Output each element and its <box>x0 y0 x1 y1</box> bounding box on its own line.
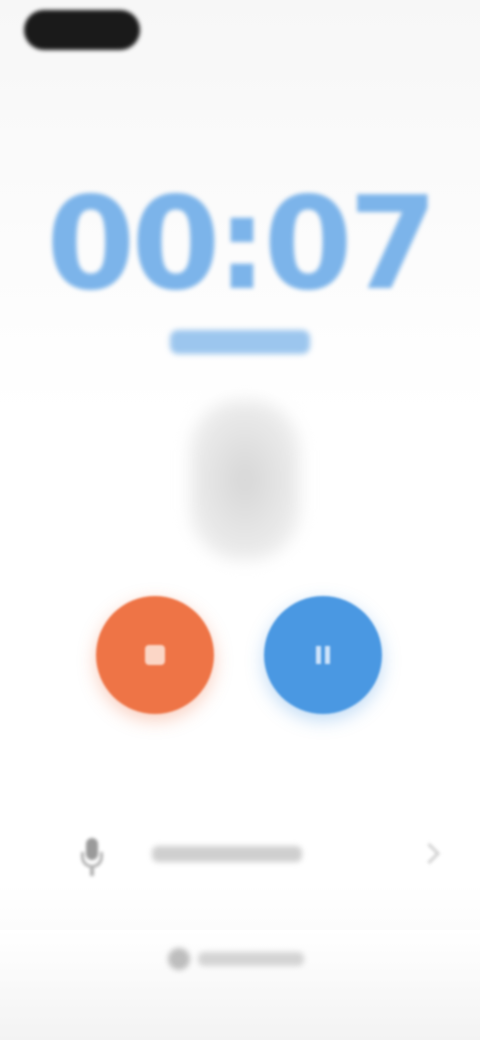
timer-subtitle <box>170 330 310 354</box>
pause-icon <box>316 646 330 664</box>
back-button[interactable] <box>24 10 140 50</box>
chevron-right-icon <box>418 842 441 865</box>
footer-icon <box>168 948 190 970</box>
stop-button[interactable] <box>96 596 214 714</box>
recording-source-label <box>152 846 302 862</box>
stop-icon <box>145 645 165 665</box>
recording-visualizer <box>190 400 300 560</box>
microphone-icon <box>78 838 106 878</box>
recording-source-row[interactable] <box>70 832 441 888</box>
pause-button[interactable] <box>264 596 382 714</box>
recorder-screen: 00:07 <box>0 0 480 1040</box>
footer-action[interactable] <box>168 948 308 970</box>
footer-label <box>198 952 304 966</box>
elapsed-time: 00:07 <box>46 170 437 319</box>
footer-bar <box>0 930 480 1040</box>
